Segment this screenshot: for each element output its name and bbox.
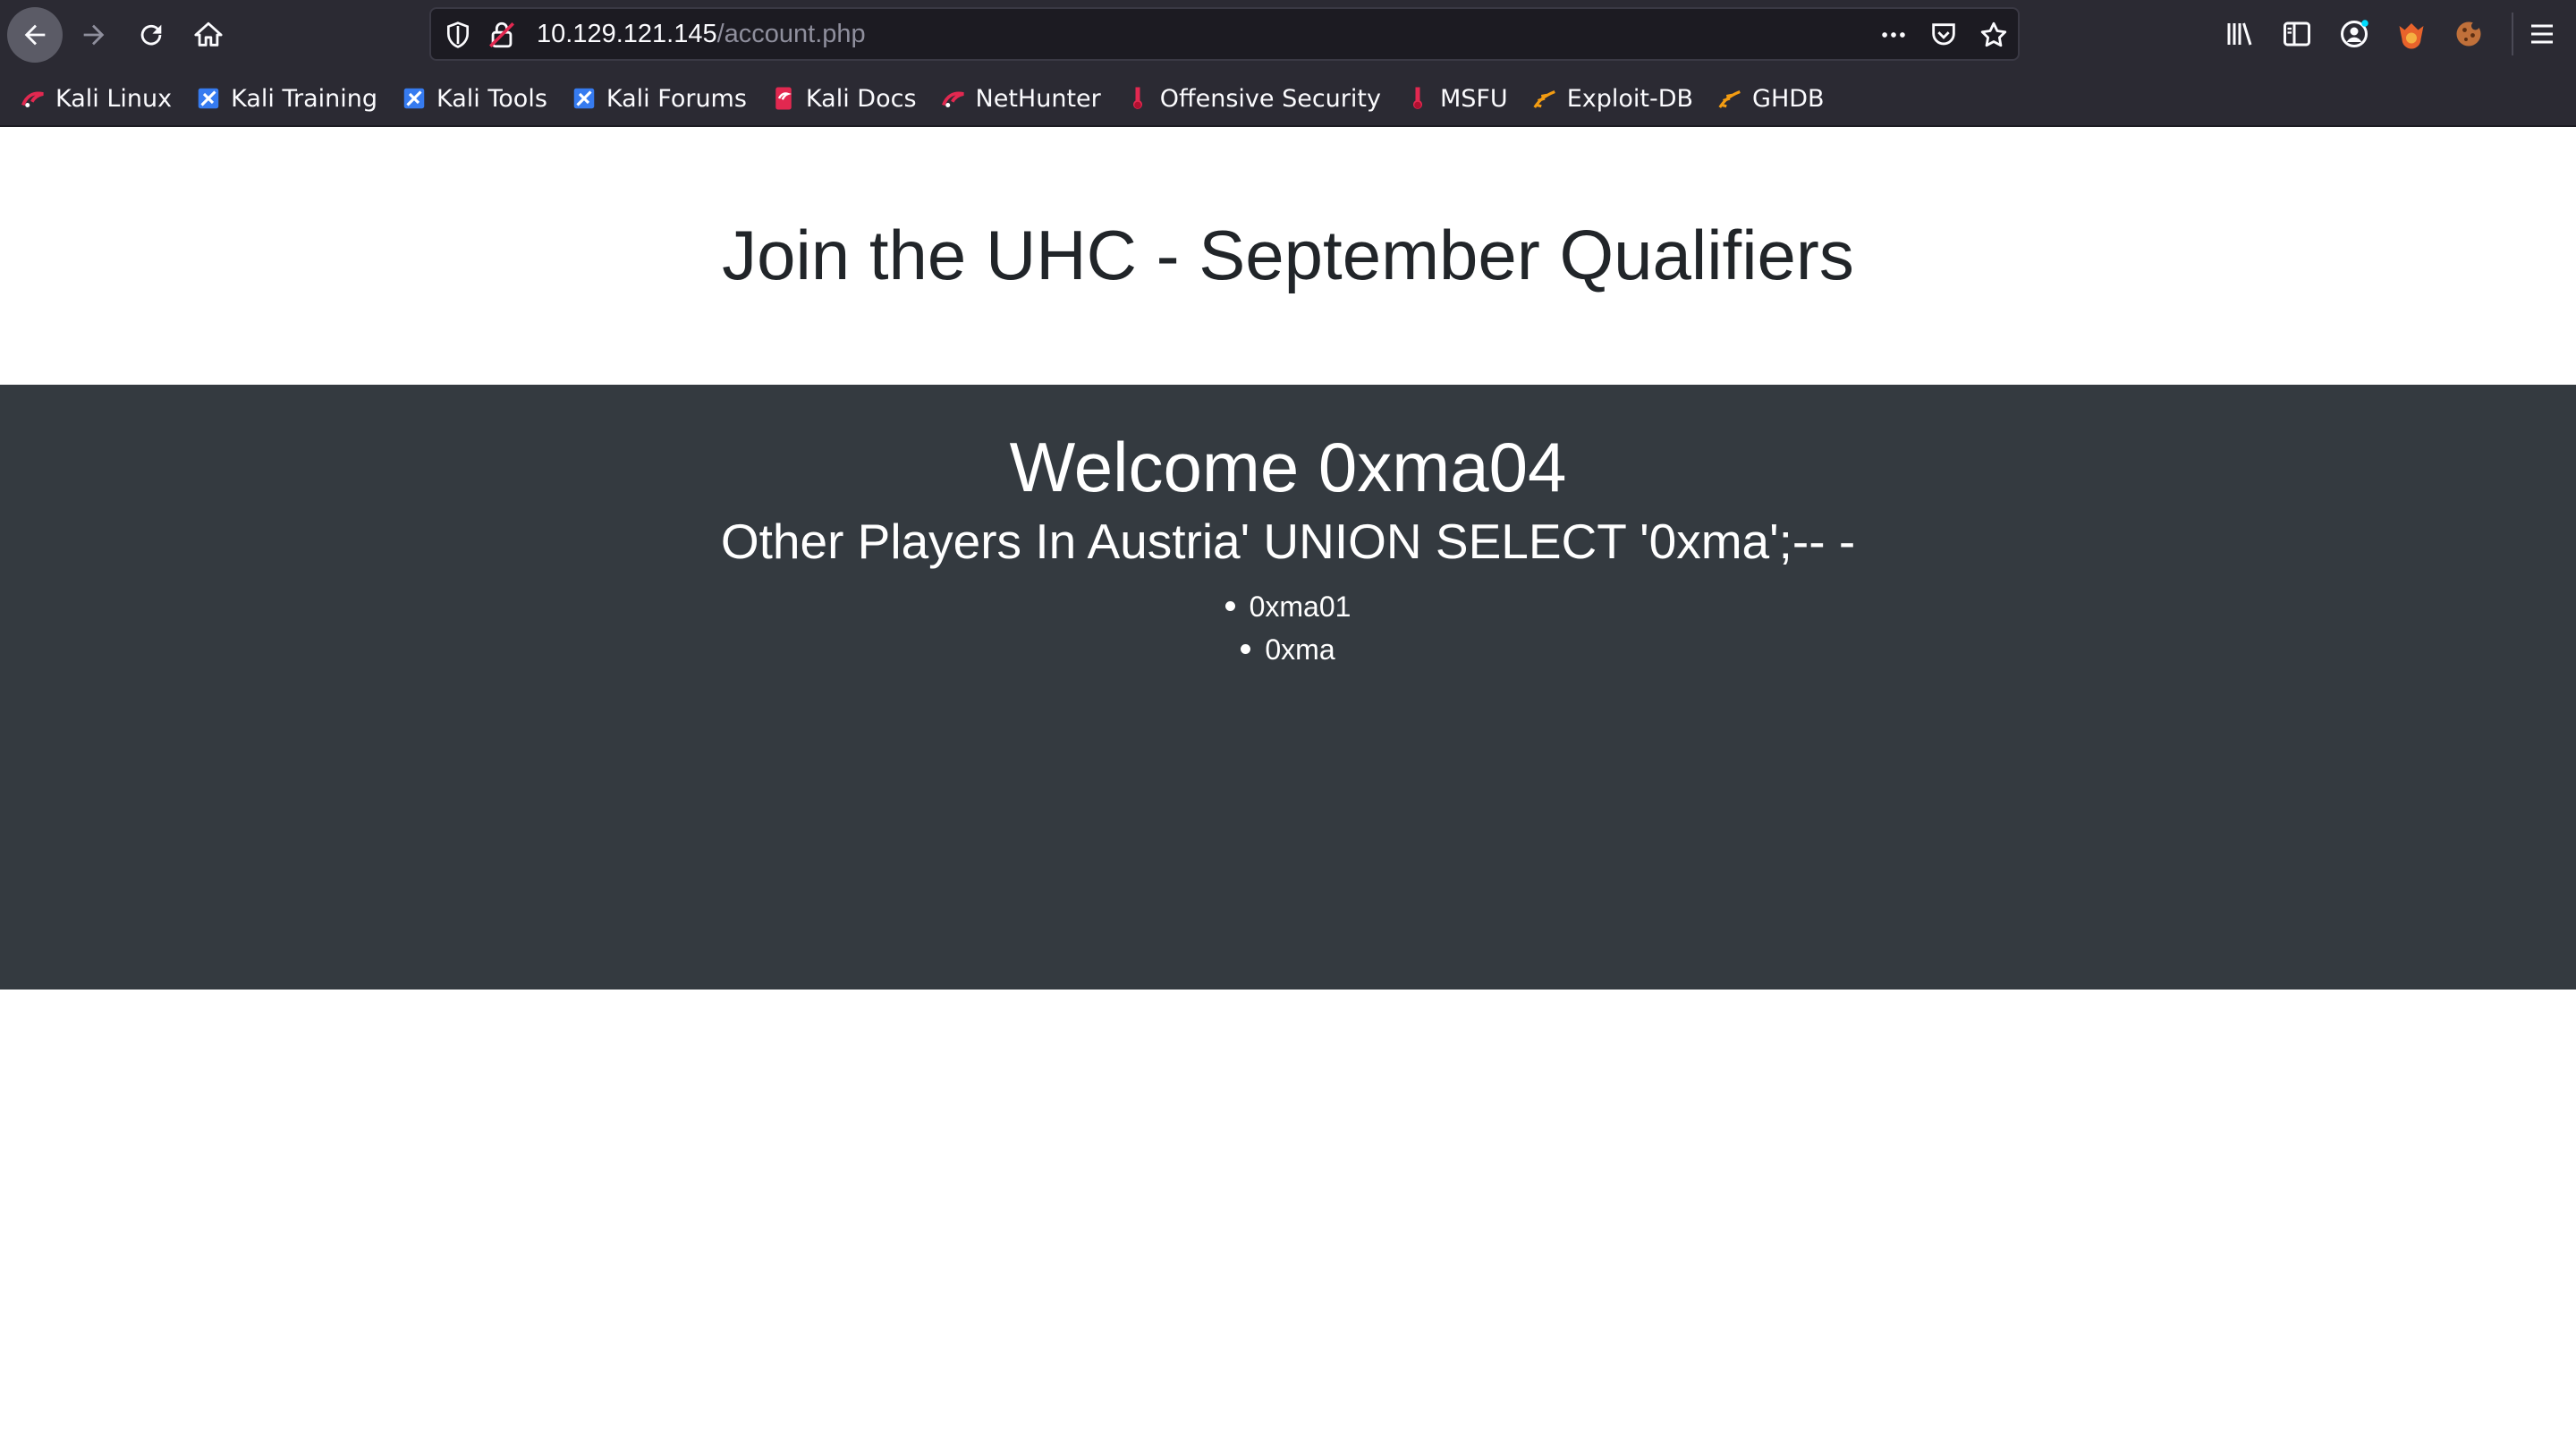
page-title: Join the UHC - September Qualifiers — [722, 216, 1854, 295]
url-text[interactable]: 10.129.121.145/account.php — [537, 9, 866, 59]
forward-arrow-icon — [83, 24, 105, 46]
library-icon — [2227, 22, 2252, 46]
kali-tools-icon — [401, 85, 428, 112]
bookmark-label: Exploit-DB — [1566, 84, 1694, 113]
bookmark-label: Kali Tools — [436, 84, 547, 113]
browser-chrome: 10.129.121.145/account.php Kali Linux Ka… — [0, 0, 2576, 127]
bookmark-label: NetHunter — [975, 84, 1101, 113]
url-host: 10.129.121.145 — [537, 20, 717, 48]
bookmark-kali-docs[interactable]: Kali Docs — [770, 77, 917, 120]
page-header: Join the UHC - September Qualifiers — [0, 127, 2576, 385]
bookmark-kali-linux[interactable]: Kali Linux — [20, 77, 172, 120]
bookmark-star-button[interactable] — [1977, 18, 2011, 52]
kali-dragon-icon — [20, 85, 47, 112]
toolbar-separator — [2512, 13, 2513, 55]
sidebar-button[interactable] — [2279, 16, 2315, 52]
bookmark-kali-tools[interactable]: Kali Tools — [401, 77, 547, 120]
welcome-heading: Welcome 0xma04 — [1009, 428, 1567, 506]
home-button[interactable] — [181, 7, 236, 63]
reload-button[interactable] — [123, 7, 179, 63]
msfu-icon — [1404, 85, 1431, 112]
list-item: 0xma — [0, 628, 2576, 671]
list-item: 0xma01 — [0, 585, 2576, 628]
nethunter-icon — [940, 85, 967, 112]
bookmark-label: Offensive Security — [1159, 84, 1381, 113]
bookmark-label: Kali Forums — [606, 84, 747, 113]
sidebar-icon — [2284, 21, 2310, 47]
bookmark-label: Kali Training — [231, 84, 378, 113]
pocket-button[interactable] — [1927, 18, 1961, 52]
page-actions-button[interactable] — [1877, 18, 1911, 52]
extension-button-2[interactable] — [2451, 16, 2487, 52]
library-button[interactable] — [2222, 16, 2258, 52]
address-bar[interactable]: 10.129.121.145/account.php — [429, 7, 2020, 61]
home-icon — [194, 21, 223, 47]
forward-button[interactable] — [66, 7, 122, 63]
back-arrow-icon — [24, 24, 46, 46]
hamburger-menu-icon — [2531, 24, 2553, 44]
player-name: 0xma — [1265, 633, 1335, 666]
cookie-extension-icon — [2456, 21, 2481, 47]
bookmarks-toolbar: Kali Linux Kali Training Kali Tools Kali… — [0, 70, 2576, 127]
bookmark-label: MSFU — [1439, 84, 1508, 113]
bookmark-ghdb[interactable]: GHDB — [1716, 77, 1825, 120]
bookmark-kali-forums[interactable]: Kali Forums — [571, 77, 747, 120]
bookmark-label: Kali Linux — [55, 84, 173, 113]
bookmark-label: GHDB — [1752, 84, 1825, 113]
more-dots-icon — [1882, 32, 1905, 38]
foxyproxy-icon — [2399, 23, 2424, 49]
kali-forums-icon — [571, 85, 597, 112]
player-name: 0xma01 — [1249, 590, 1352, 623]
bookmark-label: Kali Docs — [805, 84, 917, 113]
app-menu-button[interactable] — [2524, 16, 2560, 52]
bullet-icon — [1241, 644, 1251, 655]
browser-toolbar: 10.129.121.145/account.php — [0, 0, 2576, 68]
players-list: 0xma01 0xma — [0, 585, 2576, 671]
web-page: Join the UHC - September Qualifiers Welc… — [0, 127, 2576, 1444]
kali-training-icon — [195, 85, 222, 112]
tracking-shield-icon[interactable] — [444, 21, 472, 49]
bookmark-nethunter[interactable]: NetHunter — [940, 77, 1101, 120]
reload-icon — [140, 24, 162, 46]
back-button[interactable] — [7, 7, 63, 63]
bookmark-msfu[interactable]: MSFU — [1404, 77, 1508, 120]
bookmark-kali-training[interactable]: Kali Training — [195, 77, 377, 120]
account-icon — [2341, 20, 2368, 47]
exploitdb-icon — [1531, 85, 1558, 112]
insecure-lock-icon[interactable] — [487, 20, 517, 50]
extension-button-1[interactable] — [2394, 16, 2429, 52]
offsec-icon — [1124, 85, 1151, 112]
star-icon — [1980, 21, 2007, 47]
url-path: /account.php — [716, 20, 866, 48]
account-button[interactable] — [2336, 16, 2372, 52]
pocket-icon — [1932, 23, 1955, 46]
players-heading: Other Players In Austria' UNION SELECT '… — [720, 514, 1856, 569]
kali-docs-icon — [770, 85, 797, 112]
bookmark-offensive-security[interactable]: Offensive Security — [1124, 77, 1381, 120]
bullet-icon — [1224, 601, 1235, 612]
bookmark-exploit-db[interactable]: Exploit-DB — [1531, 77, 1693, 120]
ghdb-icon — [1716, 85, 1743, 112]
